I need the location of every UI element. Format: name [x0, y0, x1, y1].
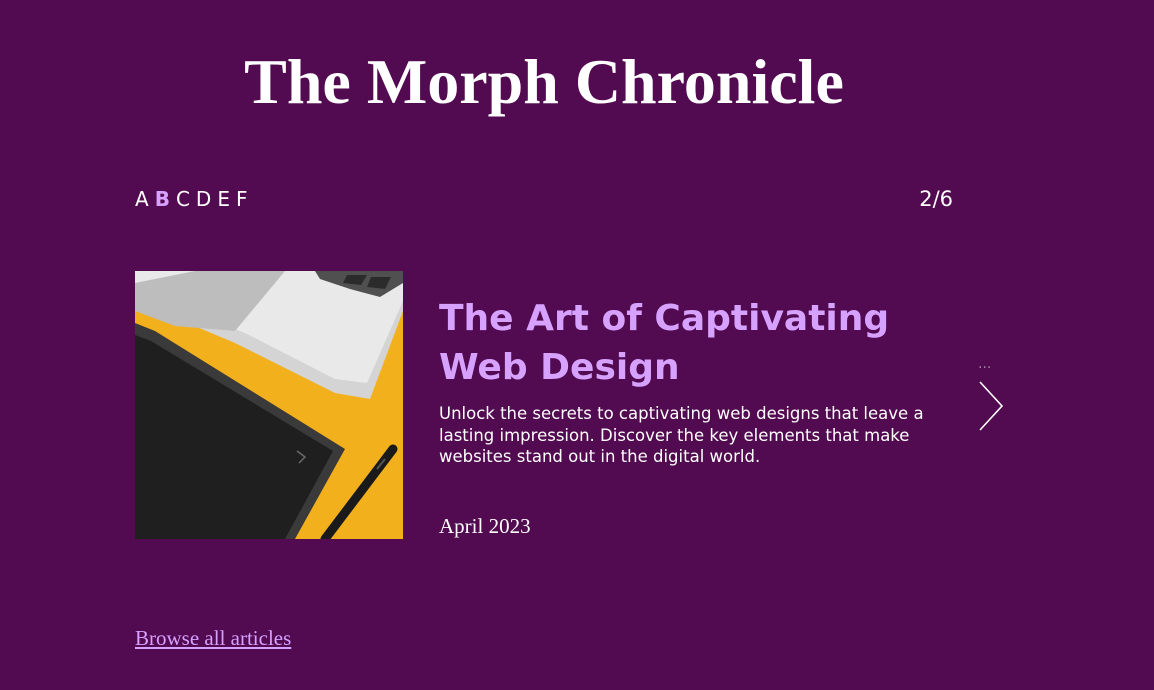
chevron-right-icon: [979, 381, 1004, 431]
article-letter-nav: A B C D E F: [135, 186, 248, 212]
article-image: [135, 271, 403, 539]
more-indicator: ...: [978, 356, 992, 372]
next-article-button[interactable]: [972, 378, 1008, 434]
letter-nav-b[interactable]: B: [155, 186, 171, 212]
article-image-illustration: [135, 271, 403, 539]
article-date: April 2023: [439, 514, 531, 538]
letter-nav-f[interactable]: F: [236, 186, 249, 212]
browse-all-articles-link[interactable]: Browse all articles: [135, 624, 291, 652]
article-headline[interactable]: The Art of Captivating Web Design: [439, 294, 939, 392]
article-summary: Unlock the secrets to captivating web de…: [439, 404, 924, 466]
letter-nav-e[interactable]: E: [217, 186, 231, 212]
slide-counter: 2/6: [919, 187, 953, 211]
letter-nav-c[interactable]: C: [176, 186, 191, 212]
letter-nav-a[interactable]: A: [135, 186, 150, 212]
letter-nav-d[interactable]: D: [196, 186, 212, 212]
site-title: The Morph Chronicle: [244, 46, 844, 117]
